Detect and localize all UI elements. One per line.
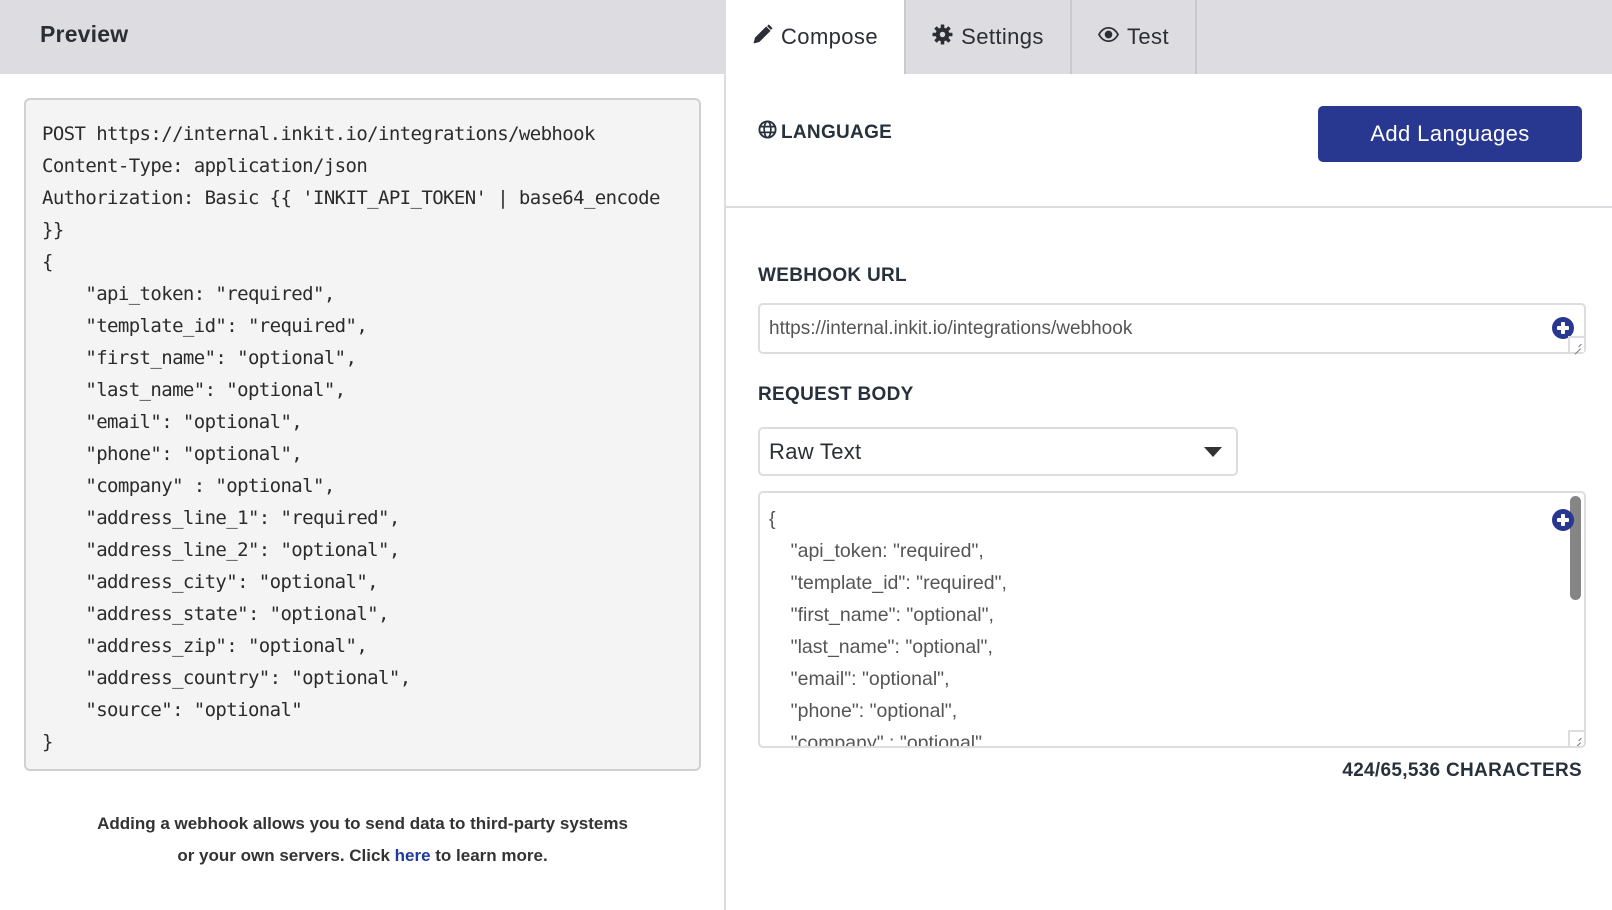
caret-down-icon xyxy=(1204,447,1222,457)
add-languages-button[interactable]: Add Languages xyxy=(1318,106,1582,162)
language-section: LANGUAGE Add Languages xyxy=(726,74,1612,208)
learn-more-link[interactable]: here xyxy=(395,846,431,865)
webhook-url-label: WEBHOOK URL xyxy=(758,265,907,286)
help-text-pre: or your own servers. Click xyxy=(177,846,395,865)
resize-handle[interactable] xyxy=(1568,336,1584,352)
pencil-icon xyxy=(752,23,773,51)
tab-bar: Compose Settings Test xyxy=(726,0,1612,74)
tab-test-label: Test xyxy=(1127,24,1169,49)
request-body-format-value: Raw Text xyxy=(769,438,862,464)
language-label-text: LANGUAGE xyxy=(781,121,893,143)
preview-title: Preview xyxy=(40,20,129,47)
gear-icon xyxy=(932,24,953,51)
textarea-scrollbar[interactable] xyxy=(1570,496,1581,600)
request-body-label: REQUEST BODY xyxy=(758,384,914,405)
help-line-2: or your own servers. Click here to learn… xyxy=(0,840,725,872)
help-line-1: Adding a webhook allows you to send data… xyxy=(97,814,628,833)
request-body-value: { "api_token: "required", "template_id":… xyxy=(769,508,1007,748)
resize-handle[interactable] xyxy=(1568,730,1584,746)
preview-header: Preview xyxy=(0,0,725,74)
globe-icon xyxy=(758,120,777,145)
help-text: Adding a webhook allows you to send data… xyxy=(0,808,725,872)
tab-settings[interactable]: Settings xyxy=(906,0,1072,74)
tab-compose[interactable]: Compose xyxy=(726,0,906,74)
request-body-format-select[interactable]: Raw Text xyxy=(758,427,1238,476)
tab-settings-label: Settings xyxy=(961,24,1044,49)
tab-test[interactable]: Test xyxy=(1072,0,1197,74)
preview-code: POST https://internal.inkit.io/integrati… xyxy=(42,123,660,753)
editor-pane: Compose Settings Test LANGUAGE Add Langu… xyxy=(726,0,1612,910)
help-text-post: to learn more. xyxy=(430,846,548,865)
webhook-url-input[interactable]: https://internal.inkit.io/integrations/w… xyxy=(758,303,1586,354)
insert-variable-plus-icon[interactable] xyxy=(1552,509,1574,531)
preview-pane: Preview POST https://internal.inkit.io/i… xyxy=(0,0,725,910)
request-body-textarea[interactable]: { "api_token: "required", "template_id":… xyxy=(758,491,1586,748)
preview-code-box: POST https://internal.inkit.io/integrati… xyxy=(24,98,701,771)
character-count: 424/65,536 CHARACTERS xyxy=(1342,760,1582,781)
language-label: LANGUAGE xyxy=(758,120,892,145)
eye-icon xyxy=(1097,24,1120,51)
tab-compose-label: Compose xyxy=(781,24,878,49)
webhook-url-value: https://internal.inkit.io/integrations/w… xyxy=(769,317,1133,339)
